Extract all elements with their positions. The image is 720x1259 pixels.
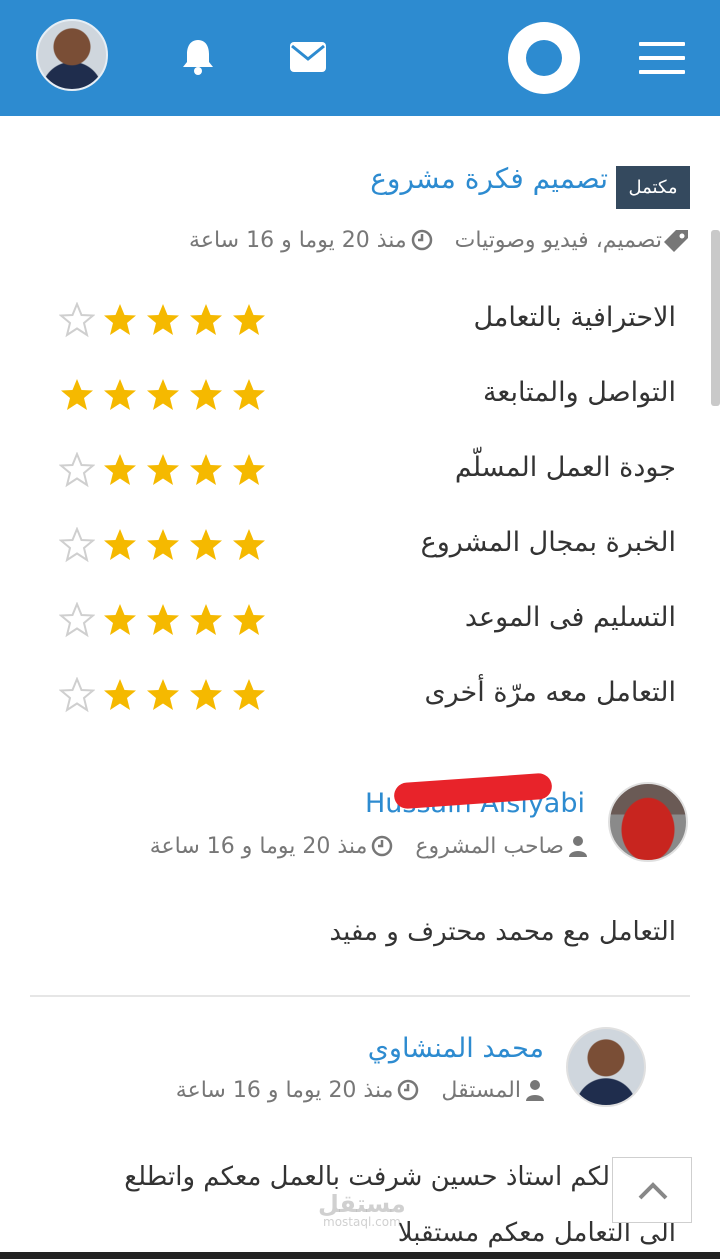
comment-role: صاحب المشروع [415, 833, 564, 859]
rating-row: التسليم فى الموعد [0, 596, 720, 646]
star-filled-icon [233, 454, 265, 485]
star-filled-icon [147, 604, 179, 635]
comment-role: المستقل [441, 1077, 521, 1103]
rating-stars [52, 527, 267, 567]
rating-row: جودة العمل المسلّم [0, 446, 720, 496]
star-filled-icon [104, 604, 136, 635]
star-filled-icon [190, 529, 222, 560]
rating-label: التعامل معه مرّة أخرى [424, 677, 676, 708]
user-icon [526, 1080, 544, 1101]
envelope-icon[interactable] [288, 40, 328, 74]
project-time: منذ 20 يوما و 16 ساعة [189, 227, 407, 253]
clock-icon [411, 229, 432, 251]
rating-row: الاحترافية بالتعامل [0, 296, 720, 346]
star-filled-icon [147, 529, 179, 560]
top-navbar [0, 0, 720, 116]
rating-label: الاحترافية بالتعامل [473, 302, 676, 333]
star-filled-icon [233, 379, 265, 410]
chevron-up-icon [638, 1182, 668, 1200]
rating-stars [52, 377, 267, 417]
project-meta: تصميم، فيديو وصوتيات منذ 20 يوما و 16 سا… [189, 222, 690, 258]
comment-meta: صاحب المشروع منذ 20 يوما و 16 ساعة [150, 829, 588, 863]
user-icon [569, 836, 587, 857]
comment-meta: المستقل منذ 20 يوما و 16 ساعة [176, 1073, 545, 1107]
star-filled-icon [190, 604, 222, 635]
star-filled-icon [147, 679, 179, 710]
star-filled-icon [147, 454, 179, 485]
star-filled-icon [104, 304, 136, 335]
user-avatar[interactable] [36, 19, 108, 91]
star-filled-icon [104, 679, 136, 710]
rating-stars [52, 602, 267, 642]
star-filled-icon [233, 529, 265, 560]
comment-avatar[interactable] [608, 782, 688, 862]
bottom-bar [0, 1252, 720, 1259]
star-empty-icon [59, 302, 95, 338]
star-filled-icon [104, 529, 136, 560]
star-filled-icon [233, 304, 265, 335]
tags-icon [664, 230, 688, 252]
star-filled-icon [147, 379, 179, 410]
status-badge: مكتمل [616, 166, 690, 209]
watermark: مستقل mostaql.com [318, 1190, 406, 1229]
divider [30, 995, 690, 997]
star-empty-icon [59, 527, 95, 563]
star-filled-icon [61, 379, 93, 410]
hamburger-menu-icon[interactable] [639, 42, 685, 74]
star-filled-icon [147, 304, 179, 335]
rating-row: التواصل والمتابعة [0, 371, 720, 421]
star-filled-icon [233, 604, 265, 635]
clock-icon [372, 835, 393, 857]
scrollbar[interactable] [711, 230, 720, 406]
comment-avatar[interactable] [566, 1027, 646, 1107]
star-empty-icon [59, 677, 95, 713]
rating-stars [52, 302, 267, 342]
star-empty-icon [59, 602, 95, 638]
star-empty-icon [59, 452, 95, 488]
bell-icon[interactable] [178, 36, 218, 76]
rating-label: جودة العمل المسلّم [454, 452, 676, 483]
rating-stars [52, 452, 267, 492]
site-logo[interactable] [508, 22, 580, 94]
star-filled-icon [190, 304, 222, 335]
project-category[interactable]: تصميم، فيديو وصوتيات [455, 228, 662, 253]
rating-label: الخبرة بمجال المشروع [420, 527, 676, 558]
rating-row: الخبرة بمجال المشروع [0, 521, 720, 571]
star-filled-icon [190, 454, 222, 485]
star-filled-icon [104, 454, 136, 485]
rating-label: التواصل والمتابعة [482, 377, 676, 408]
scroll-to-top-button[interactable] [612, 1157, 692, 1223]
star-filled-icon [233, 679, 265, 710]
star-filled-icon [190, 679, 222, 710]
comment-text: التعامل مع محمد محترف و مفيد [329, 917, 676, 947]
rating-label: التسليم فى الموعد [464, 602, 676, 633]
comment-author-name[interactable]: محمد المنشاوي [368, 1033, 544, 1064]
star-filled-icon [190, 379, 222, 410]
rating-row: التعامل معه مرّة أخرى [0, 671, 720, 721]
star-filled-icon [104, 379, 136, 410]
comment-time: منذ 20 يوما و 16 ساعة [149, 833, 368, 859]
comment-text-line: شكرا لكم استاذ حسين شرفت بالعمل معكم وات… [124, 1162, 676, 1192]
clock-icon [398, 1079, 419, 1101]
project-title[interactable]: تصميم فكرة مشروع [370, 162, 608, 195]
rating-stars [52, 677, 267, 717]
comment-time: منذ 20 يوما و 16 ساعة [175, 1077, 394, 1103]
